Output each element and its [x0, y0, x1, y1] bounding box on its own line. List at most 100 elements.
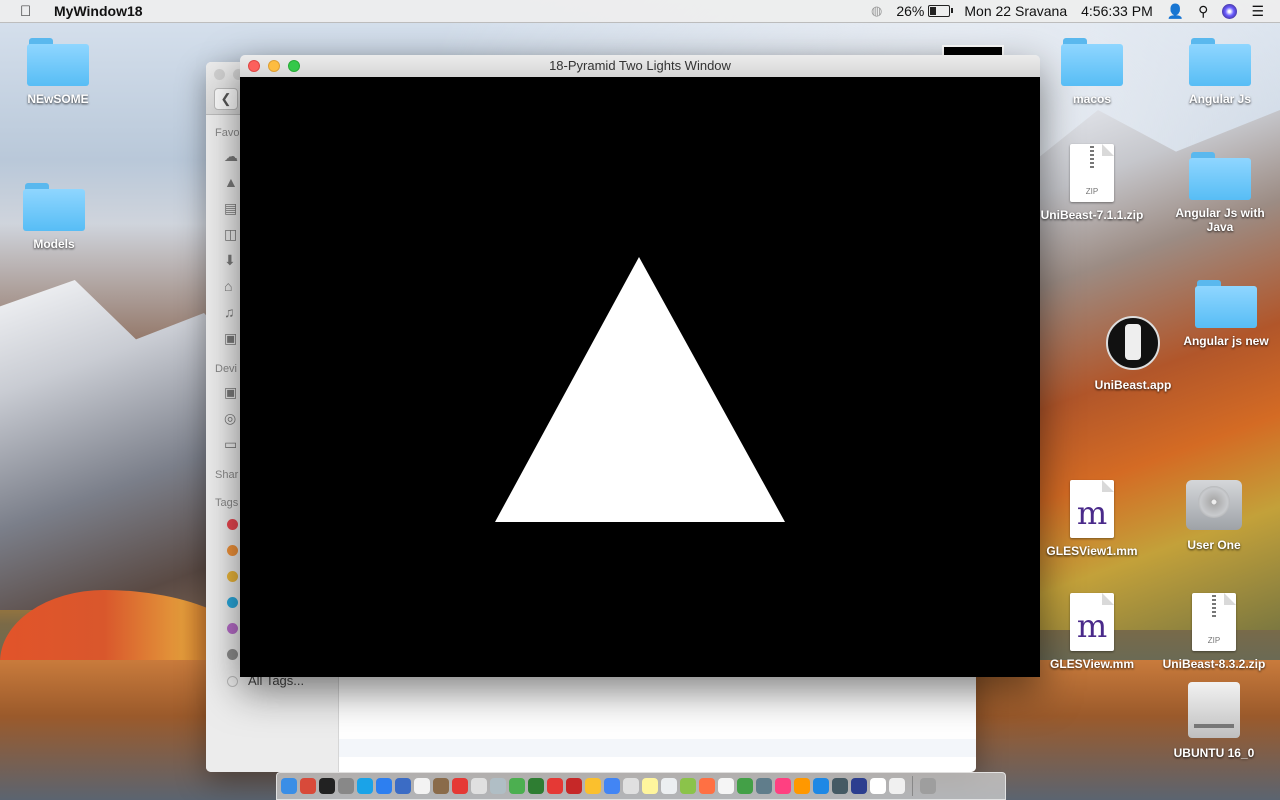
dock-app-icon[interactable]	[547, 778, 563, 794]
close-button[interactable]	[248, 60, 260, 72]
menu-bar-clock[interactable]: 4:56:33 PM	[1081, 3, 1153, 19]
dock-app-icon[interactable]	[566, 778, 582, 794]
app-menu-name[interactable]: MyWindow18	[54, 3, 143, 19]
battery-status[interactable]: 26%	[896, 3, 954, 19]
dock-app-icon[interactable]	[851, 778, 867, 794]
gl-canvas[interactable]	[240, 77, 1040, 677]
desktop-icon-label: UniBeast.app	[1094, 378, 1172, 392]
dock-app-icon[interactable]	[433, 778, 449, 794]
tag-blue[interactable]	[227, 597, 238, 608]
icloud-drive-icon[interactable]: ☁	[224, 148, 240, 164]
downloads-icon[interactable]: ⬇	[224, 252, 240, 268]
dock-app-icon[interactable]	[737, 778, 753, 794]
desktop-file-glesview-mm[interactable]: m GLESView.mm	[1037, 593, 1147, 671]
rendered-scene	[495, 257, 785, 522]
dock-app-icon[interactable]	[680, 778, 696, 794]
dock-app-icon[interactable]	[338, 778, 354, 794]
desktop-folder-angular-js-java[interactable]: Angular Js with Java	[1165, 152, 1275, 234]
dock-app-icon[interactable]	[395, 778, 411, 794]
desktop-icon-label: UniBeast-8.3.2.zip	[1162, 657, 1266, 671]
dock-app-icon[interactable]	[642, 778, 658, 794]
pictures-icon[interactable]: ▣	[224, 330, 240, 346]
dock-app-icon[interactable]	[623, 778, 639, 794]
folder-icon	[1195, 280, 1257, 328]
dock-app-icon[interactable]	[300, 778, 316, 794]
desktop-drive-user-one[interactable]: User One	[1159, 480, 1269, 552]
dock-app-icon[interactable]	[471, 778, 487, 794]
dock-app-icon[interactable]	[775, 778, 791, 794]
trash-icon[interactable]	[920, 778, 936, 794]
desktop-icon-label: Angular Js with Java	[1175, 206, 1265, 234]
desktop-app-unibeast[interactable]: UniBeast.app	[1078, 316, 1188, 392]
battery-percent: 26%	[896, 3, 925, 19]
music-icon[interactable]: ♫	[224, 304, 240, 320]
dock-app-icon[interactable]	[490, 778, 506, 794]
dock-app-icon[interactable]	[376, 778, 392, 794]
dock-app-icon[interactable]	[509, 778, 525, 794]
zip-file-icon: ZIP	[1070, 144, 1114, 202]
disc-icon[interactable]: ◎	[224, 410, 240, 426]
dock-app-icon[interactable]	[281, 778, 297, 794]
source-file-icon: m	[1070, 480, 1114, 538]
desktop-file-unibeast-832-zip[interactable]: ZIP UniBeast-8.3.2.zip	[1159, 593, 1269, 671]
tag-purple[interactable]	[227, 623, 238, 634]
dock-app-icon[interactable]	[319, 778, 335, 794]
dock-app-icon[interactable]	[813, 778, 829, 794]
dock-app-icon[interactable]	[452, 778, 468, 794]
dock-app-icon[interactable]	[832, 778, 848, 794]
tag-gray[interactable]	[227, 649, 238, 660]
dock-app-icon[interactable]	[414, 778, 430, 794]
desktop-drive-ubuntu[interactable]: UBUNTU 16_0	[1159, 682, 1269, 760]
home-icon[interactable]: ⌂	[224, 278, 240, 294]
dock-app-icon[interactable]	[889, 778, 905, 794]
computer-icon[interactable]: ▣	[224, 384, 240, 400]
folder-icon	[23, 183, 85, 231]
desktop-icon-label: GLESView1.mm	[1046, 544, 1138, 558]
dock-app-icon[interactable]	[585, 778, 601, 794]
notification-center-icon[interactable]: ☰	[1251, 3, 1264, 20]
documents-icon[interactable]: ◫	[224, 226, 240, 242]
sidebar-section-tags: Tags	[215, 497, 239, 509]
tag-orange[interactable]	[227, 545, 238, 556]
external-drive-icon	[1188, 682, 1240, 738]
drive-icon[interactable]: ▭	[224, 436, 240, 452]
dock-app-icon[interactable]	[794, 778, 810, 794]
desktop-file-unibeast-711-zip[interactable]: ZIP UniBeast-7.1.1.zip	[1037, 144, 1147, 222]
dock-app-icon[interactable]	[357, 778, 373, 794]
dock-app-icon[interactable]	[528, 778, 544, 794]
desktop-icon-label: NEwSOME	[27, 92, 89, 106]
hard-drive-icon	[1186, 480, 1242, 530]
desktop-icon[interactable]: ▤	[224, 200, 240, 216]
apple-icon[interactable]: 	[20, 3, 40, 20]
desktop-folder-models[interactable]: Models	[0, 183, 109, 251]
dock-app-icon[interactable]	[756, 778, 772, 794]
desktop-folder-newsome[interactable]: NEwSOME	[3, 38, 113, 106]
sidebar-section-favorites: Favo	[215, 127, 240, 139]
applications-icon[interactable]: ▲	[224, 174, 240, 190]
dock-app-icon[interactable]	[870, 778, 886, 794]
tag-red[interactable]	[227, 519, 238, 530]
spotlight-icon[interactable]: ⚲	[1198, 3, 1208, 20]
dock-app-icon[interactable]	[718, 778, 734, 794]
gl-window-titlebar[interactable]: 18-Pyramid Two Lights Window	[240, 55, 1040, 78]
siri-icon[interactable]	[1222, 3, 1238, 19]
desktop-folder-angular-js[interactable]: Angular Js	[1165, 38, 1275, 106]
menu-bar-date[interactable]: Mon 22 Sravana	[964, 3, 1067, 19]
dock-app-icon[interactable]	[604, 778, 620, 794]
folder-icon	[1061, 38, 1123, 86]
user-icon[interactable]: 👤	[1167, 3, 1184, 20]
desktop-folder-macos[interactable]: macos	[1037, 38, 1147, 106]
desktop-file-glesview1-mm[interactable]: m GLESView1.mm	[1037, 480, 1147, 558]
minimize-button[interactable]	[268, 60, 280, 72]
folder-icon	[1189, 152, 1251, 200]
zoom-button[interactable]	[288, 60, 300, 72]
dock-app-icon[interactable]	[699, 778, 715, 794]
dock-app-icon[interactable]	[661, 778, 677, 794]
desktop-icon-label: GLESView.mm	[1049, 657, 1135, 671]
tag-yellow[interactable]	[227, 571, 238, 582]
gl-window: 18-Pyramid Two Lights Window	[240, 55, 1040, 677]
back-button[interactable]: ❮	[214, 88, 238, 110]
menu-bar-status-area: ◍ 26% Mon 22 Sravana 4:56:33 PM 👤 ⚲ ☰	[871, 3, 1280, 20]
desktop-icon-label: macos	[1072, 92, 1112, 106]
wifi-icon[interactable]: ◍	[871, 3, 882, 19]
